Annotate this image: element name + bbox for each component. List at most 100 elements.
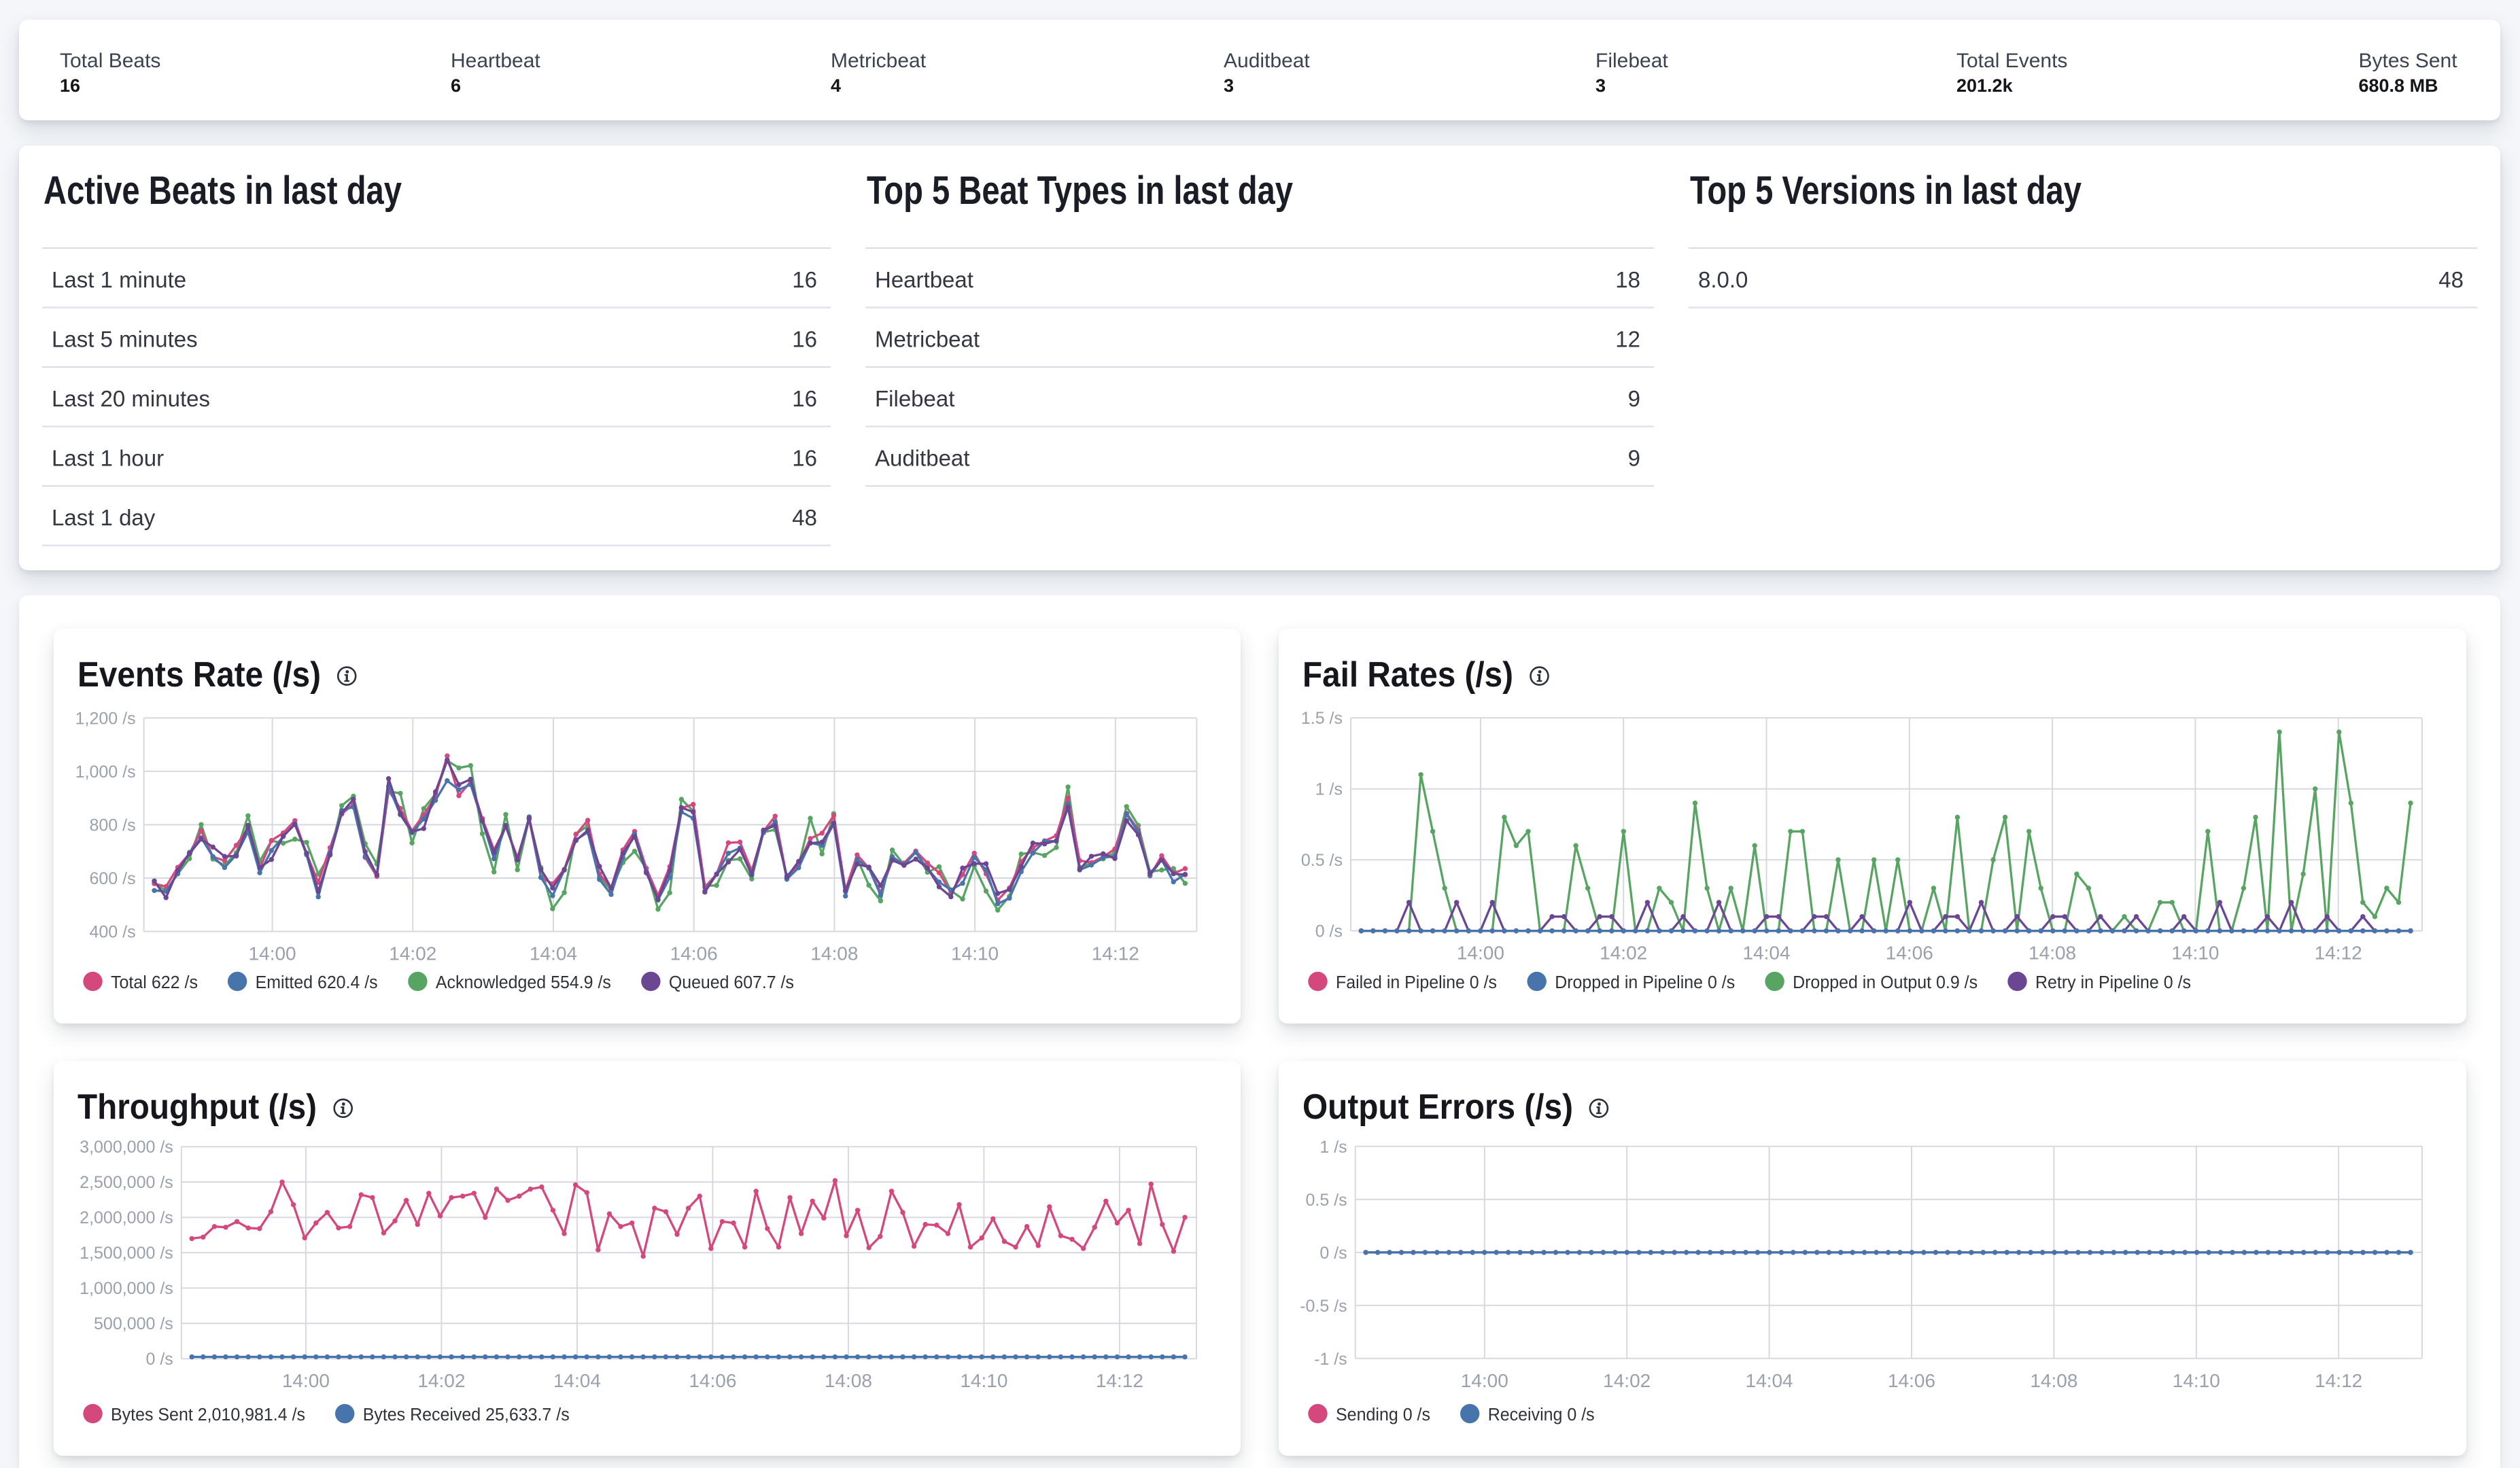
svg-text:Last 5 minutes: Last 5 minutes bbox=[52, 327, 198, 352]
svg-text:Dropped in Pipeline 0 /s: Dropped in Pipeline 0 /s bbox=[1555, 973, 1735, 992]
svg-text:Throughput (/s): Throughput (/s) bbox=[77, 1087, 317, 1127]
svg-text:14:04: 14:04 bbox=[1742, 943, 1790, 964]
svg-text:Bytes Received 25,633.7 /s: Bytes Received 25,633.7 /s bbox=[363, 1405, 570, 1425]
svg-text:600 /s: 600 /s bbox=[89, 869, 135, 888]
svg-text:48: 48 bbox=[2438, 267, 2464, 292]
svg-text:800 /s: 800 /s bbox=[89, 816, 135, 835]
svg-text:Last 1 day: Last 1 day bbox=[52, 505, 156, 530]
svg-text:14:12: 14:12 bbox=[2315, 1370, 2362, 1391]
svg-text:Filebeat: Filebeat bbox=[875, 386, 954, 411]
svg-text:-1 /s: -1 /s bbox=[1314, 1350, 1347, 1369]
svg-text:Retry in Pipeline 0 /s: Retry in Pipeline 0 /s bbox=[2035, 973, 2191, 992]
svg-text:Metricbeat: Metricbeat bbox=[875, 327, 980, 352]
svg-text:16: 16 bbox=[60, 75, 80, 96]
svg-text:14:08: 14:08 bbox=[810, 943, 858, 964]
svg-text:16: 16 bbox=[792, 327, 817, 352]
svg-text:14:12: 14:12 bbox=[2315, 943, 2362, 964]
svg-text:14:02: 14:02 bbox=[1603, 1370, 1651, 1391]
svg-text:14:04: 14:04 bbox=[1746, 1370, 1793, 1391]
svg-text:1,000 /s: 1,000 /s bbox=[75, 763, 136, 782]
svg-text:Emitted 620.4 /s: Emitted 620.4 /s bbox=[256, 973, 378, 992]
svg-text:14:00: 14:00 bbox=[282, 1370, 330, 1391]
svg-text:9: 9 bbox=[1628, 386, 1640, 411]
svg-text:Last 1 minute: Last 1 minute bbox=[52, 267, 186, 292]
svg-text:-0.5 /s: -0.5 /s bbox=[1300, 1297, 1347, 1316]
svg-text:Bytes Sent 2,010,981.4 /s: Bytes Sent 2,010,981.4 /s bbox=[111, 1405, 305, 1425]
svg-text:14:06: 14:06 bbox=[1886, 943, 1933, 964]
svg-text:14:06: 14:06 bbox=[689, 1370, 736, 1391]
svg-text:14:08: 14:08 bbox=[825, 1370, 872, 1391]
svg-text:Last 20 minutes: Last 20 minutes bbox=[52, 386, 210, 411]
svg-text:Bytes Sent: Bytes Sent bbox=[2359, 50, 2458, 72]
svg-text:Total 622 /s: Total 622 /s bbox=[111, 973, 198, 992]
svg-text:Events Rate (/s): Events Rate (/s) bbox=[77, 655, 321, 695]
svg-text:6: 6 bbox=[451, 75, 461, 96]
svg-text:48: 48 bbox=[792, 505, 817, 530]
svg-text:1,000,000 /s: 1,000,000 /s bbox=[80, 1279, 173, 1298]
svg-text:Failed in Pipeline 0 /s: Failed in Pipeline 0 /s bbox=[1336, 973, 1497, 992]
svg-text:0 /s: 0 /s bbox=[146, 1350, 173, 1369]
svg-text:3: 3 bbox=[1595, 75, 1606, 96]
svg-text:14:04: 14:04 bbox=[530, 943, 577, 964]
svg-text:1 /s: 1 /s bbox=[1319, 1138, 1347, 1157]
svg-text:Top 5 Versions in last day: Top 5 Versions in last day bbox=[1690, 169, 2082, 213]
svg-text:Dropped in Output 0.9 /s: Dropped in Output 0.9 /s bbox=[1793, 973, 1978, 992]
svg-text:Active Beats in last day: Active Beats in last day bbox=[44, 169, 402, 213]
svg-text:Filebeat: Filebeat bbox=[1595, 50, 1668, 72]
svg-text:Auditbeat: Auditbeat bbox=[875, 446, 969, 471]
svg-text:14:00: 14:00 bbox=[249, 943, 296, 964]
svg-text:0.5 /s: 0.5 /s bbox=[1306, 1191, 1347, 1210]
svg-text:Queued 607.7 /s: Queued 607.7 /s bbox=[669, 973, 794, 992]
svg-text:14:06: 14:06 bbox=[670, 943, 718, 964]
svg-text:4: 4 bbox=[831, 75, 841, 96]
svg-text:Total Beats: Total Beats bbox=[60, 50, 160, 72]
svg-text:0 /s: 0 /s bbox=[1319, 1244, 1347, 1263]
svg-text:2,000,000 /s: 2,000,000 /s bbox=[80, 1208, 173, 1227]
svg-text:0.5 /s: 0.5 /s bbox=[1301, 851, 1343, 870]
svg-text:14:10: 14:10 bbox=[2171, 943, 2219, 964]
svg-text:3: 3 bbox=[1224, 75, 1234, 96]
svg-text:14:12: 14:12 bbox=[1092, 943, 1139, 964]
svg-text:16: 16 bbox=[792, 386, 817, 411]
svg-text:Fail Rates (/s): Fail Rates (/s) bbox=[1302, 655, 1513, 695]
svg-text:16: 16 bbox=[792, 446, 817, 471]
svg-text:Receiving 0 /s: Receiving 0 /s bbox=[1488, 1405, 1595, 1425]
svg-text:201.2k: 201.2k bbox=[1956, 75, 2014, 96]
svg-text:Heartbeat: Heartbeat bbox=[451, 50, 540, 72]
svg-text:14:06: 14:06 bbox=[1888, 1370, 1935, 1391]
svg-text:680.8 MB: 680.8 MB bbox=[2359, 75, 2438, 96]
svg-text:14:10: 14:10 bbox=[2173, 1370, 2220, 1391]
svg-text:12: 12 bbox=[1615, 327, 1640, 352]
svg-text:Heartbeat: Heartbeat bbox=[875, 267, 973, 292]
svg-text:14:02: 14:02 bbox=[389, 943, 436, 964]
svg-text:14:10: 14:10 bbox=[951, 943, 999, 964]
svg-text:Auditbeat: Auditbeat bbox=[1224, 50, 1310, 72]
svg-text:14:04: 14:04 bbox=[553, 1370, 601, 1391]
svg-text:Output Errors (/s): Output Errors (/s) bbox=[1302, 1087, 1573, 1127]
svg-text:18: 18 bbox=[1615, 267, 1640, 292]
svg-text:Acknowledged 554.9 /s: Acknowledged 554.9 /s bbox=[436, 973, 611, 992]
svg-text:14:02: 14:02 bbox=[417, 1370, 465, 1391]
svg-text:500,000 /s: 500,000 /s bbox=[94, 1314, 173, 1333]
svg-text:Total Events: Total Events bbox=[1956, 50, 2067, 72]
svg-text:9: 9 bbox=[1628, 446, 1640, 471]
svg-text:14:08: 14:08 bbox=[2029, 943, 2076, 964]
svg-text:14:10: 14:10 bbox=[960, 1370, 1007, 1391]
svg-text:2,500,000 /s: 2,500,000 /s bbox=[80, 1173, 173, 1192]
svg-text:0 /s: 0 /s bbox=[1315, 922, 1343, 941]
svg-text:3,000,000 /s: 3,000,000 /s bbox=[80, 1138, 173, 1157]
svg-text:Top 5 Beat Types in last day: Top 5 Beat Types in last day bbox=[867, 169, 1293, 213]
svg-text:Sending 0 /s: Sending 0 /s bbox=[1336, 1405, 1430, 1425]
svg-text:14:02: 14:02 bbox=[1600, 943, 1647, 964]
svg-text:Metricbeat: Metricbeat bbox=[831, 50, 927, 72]
svg-text:14:12: 14:12 bbox=[1096, 1370, 1143, 1391]
svg-text:16: 16 bbox=[792, 267, 817, 292]
svg-text:14:08: 14:08 bbox=[2030, 1370, 2077, 1391]
svg-text:1 /s: 1 /s bbox=[1315, 780, 1343, 799]
svg-text:Last 1 hour: Last 1 hour bbox=[52, 446, 164, 471]
svg-text:8.0.0: 8.0.0 bbox=[1698, 267, 1748, 292]
svg-text:400 /s: 400 /s bbox=[89, 923, 135, 942]
svg-text:14:00: 14:00 bbox=[1461, 1370, 1508, 1391]
svg-text:1.5 /s: 1.5 /s bbox=[1301, 709, 1343, 728]
svg-text:1,200 /s: 1,200 /s bbox=[75, 709, 136, 728]
